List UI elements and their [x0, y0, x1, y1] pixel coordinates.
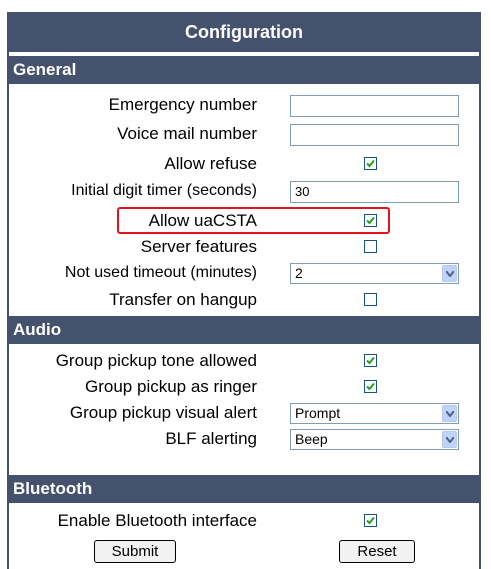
row-group-pickup-ringer: Group pickup as ringer [9, 374, 479, 400]
enable-bluetooth-checkbox[interactable] [364, 514, 377, 527]
not-used-timeout-select[interactable]: 2 [290, 263, 459, 284]
row-emergency-number: Emergency number [9, 92, 479, 118]
transfer-on-hangup-checkbox[interactable] [364, 293, 377, 306]
row-not-used-timeout: Not used timeout (minutes) 2 [9, 260, 479, 286]
row-enable-bluetooth: Enable Bluetooth interface [9, 508, 479, 534]
group-pickup-ringer-checkbox[interactable] [364, 380, 377, 393]
group-pickup-visual-label: Group pickup visual alert [69, 403, 257, 422]
transfer-on-hangup-label: Transfer on hangup [109, 290, 257, 309]
allow-uacsta-label: Allow uaCSTA [148, 211, 257, 230]
row-initial-digit-timer: Initial digit timer (seconds) 30 [9, 178, 479, 204]
chevron-down-icon[interactable] [442, 405, 457, 422]
row-blf-alerting: BLF alerting Beep [9, 426, 479, 452]
checkmark-icon [366, 382, 375, 391]
blf-alerting-select[interactable]: Beep [290, 429, 459, 450]
not-used-timeout-value: 2 [295, 265, 303, 281]
voice-mail-number-label: Voice mail number [117, 124, 257, 143]
not-used-timeout-label: Not used timeout (minutes) [64, 264, 257, 281]
emergency-number-input[interactable] [290, 95, 459, 117]
section-header-audio: Audio [9, 316, 479, 344]
row-group-pickup-visual: Group pickup visual alert Prompt [9, 400, 479, 426]
reset-button[interactable]: Reset [339, 540, 415, 563]
initial-digit-timer-label: Initial digit timer (seconds) [71, 182, 257, 199]
initial-digit-timer-input[interactable]: 30 [290, 181, 459, 203]
chevron-down-icon[interactable] [442, 265, 457, 282]
section-header-general: General [9, 56, 479, 84]
enable-bluetooth-label: Enable Bluetooth interface [57, 511, 257, 530]
voice-mail-number-input[interactable] [290, 124, 459, 146]
emergency-number-label: Emergency number [108, 95, 257, 114]
checkmark-icon [366, 516, 375, 525]
row-allow-uacsta: Allow uaCSTA [9, 208, 479, 234]
row-transfer-on-hangup: Transfer on hangup [9, 287, 479, 313]
checkmark-icon [366, 159, 375, 168]
server-features-checkbox[interactable] [364, 240, 377, 253]
blf-alerting-value: Beep [295, 431, 328, 447]
page-title: Configuration [9, 12, 479, 52]
group-pickup-visual-value: Prompt [295, 405, 341, 421]
checkmark-icon [366, 216, 375, 225]
row-server-features: Server features [9, 234, 479, 260]
configuration-panel: Configuration General Emergency number V… [7, 12, 481, 569]
group-pickup-tone-label: Group pickup tone allowed [55, 351, 257, 370]
row-voice-mail-number: Voice mail number [9, 121, 479, 147]
submit-button[interactable]: Submit [94, 540, 176, 563]
group-pickup-visual-select[interactable]: Prompt [290, 403, 459, 424]
row-allow-refuse: Allow refuse [9, 151, 479, 177]
blf-alerting-label: BLF alerting [165, 429, 257, 448]
row-group-pickup-tone: Group pickup tone allowed [9, 348, 479, 374]
server-features-label: Server features [140, 237, 257, 256]
allow-uacsta-checkbox[interactable] [364, 214, 377, 227]
group-pickup-tone-checkbox[interactable] [364, 354, 377, 367]
section-header-bluetooth: Bluetooth [9, 475, 479, 503]
chevron-down-icon[interactable] [442, 431, 457, 448]
checkmark-icon [366, 356, 375, 365]
group-pickup-ringer-label: Group pickup as ringer [85, 377, 257, 396]
allow-refuse-checkbox[interactable] [364, 157, 377, 170]
allow-refuse-label: Allow refuse [164, 154, 257, 173]
